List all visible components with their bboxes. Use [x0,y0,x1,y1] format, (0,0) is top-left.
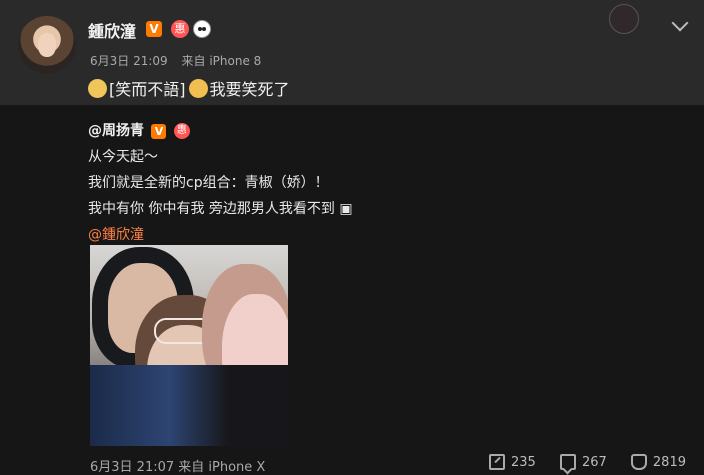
share-count: 235 [510,454,536,470]
reposted-content: @周扬青 V 惠 从今天起～ 我们就是全新的cp组合：青椒（娇）！ 我中有你 你… [88,118,353,248]
photo-clothes [90,365,288,446]
repost-line-3: 我中有你 你中有我 旁边那男人我看不到 ▣ [88,201,353,217]
comment-action[interactable]: 267 [559,454,607,470]
repost-meta: 6月3日 21:07 来自 iPhone X [90,460,266,475]
vip-badge-icon: 惠 [171,20,189,38]
comment-icon [559,454,576,470]
mini-avatar-icon [609,4,639,34]
share-action[interactable]: 235 [488,454,536,470]
glasses-shape [154,318,220,344]
username[interactable]: 鍾欣潼 [88,18,136,42]
like-action[interactable]: 2819 [630,454,686,470]
like-count: 2819 [652,454,686,470]
panda-icon [193,20,211,38]
post-meta: 6月3日 21:09 来自 iPhone 8 [90,52,261,69]
repost-vip-icon: 惠 [173,123,190,139]
comment-count: 267 [581,454,607,470]
hidden-face-icon: ▣ [339,201,353,217]
share-icon [488,454,505,470]
repost-line-2: 我们就是全新的cp组合：青椒（娇）！ [88,175,329,191]
post-time[interactable]: 6月3日 21:09 [90,54,168,68]
post-text: 我要笑死了 [209,80,290,99]
repost-line-1: 从今天起～ [88,149,158,165]
repost-verified-badge: V [151,123,167,139]
post-photo[interactable] [90,245,288,446]
repost-handle[interactable]: @周扬青 [88,123,144,139]
post-actions: 235 267 2819 [469,454,686,474]
like-icon [630,454,647,470]
post-source: 来自 iPhone 8 [181,54,262,68]
post-content: [笑而不語] 我要笑死了 [88,76,290,100]
verified-badge: V [146,21,162,37]
laugh-emoji-icon [88,79,107,98]
emoji-text: [笑而不語] [109,80,186,99]
chevron-down-icon[interactable] [671,14,689,32]
main-post: 鍾欣潼 V 惠 6月3日 21:09 来自 iPhone 8 [笑而不語] 我要笑… [0,0,704,105]
smile-emoji-icon [188,79,208,98]
user-avatar[interactable] [18,16,76,74]
